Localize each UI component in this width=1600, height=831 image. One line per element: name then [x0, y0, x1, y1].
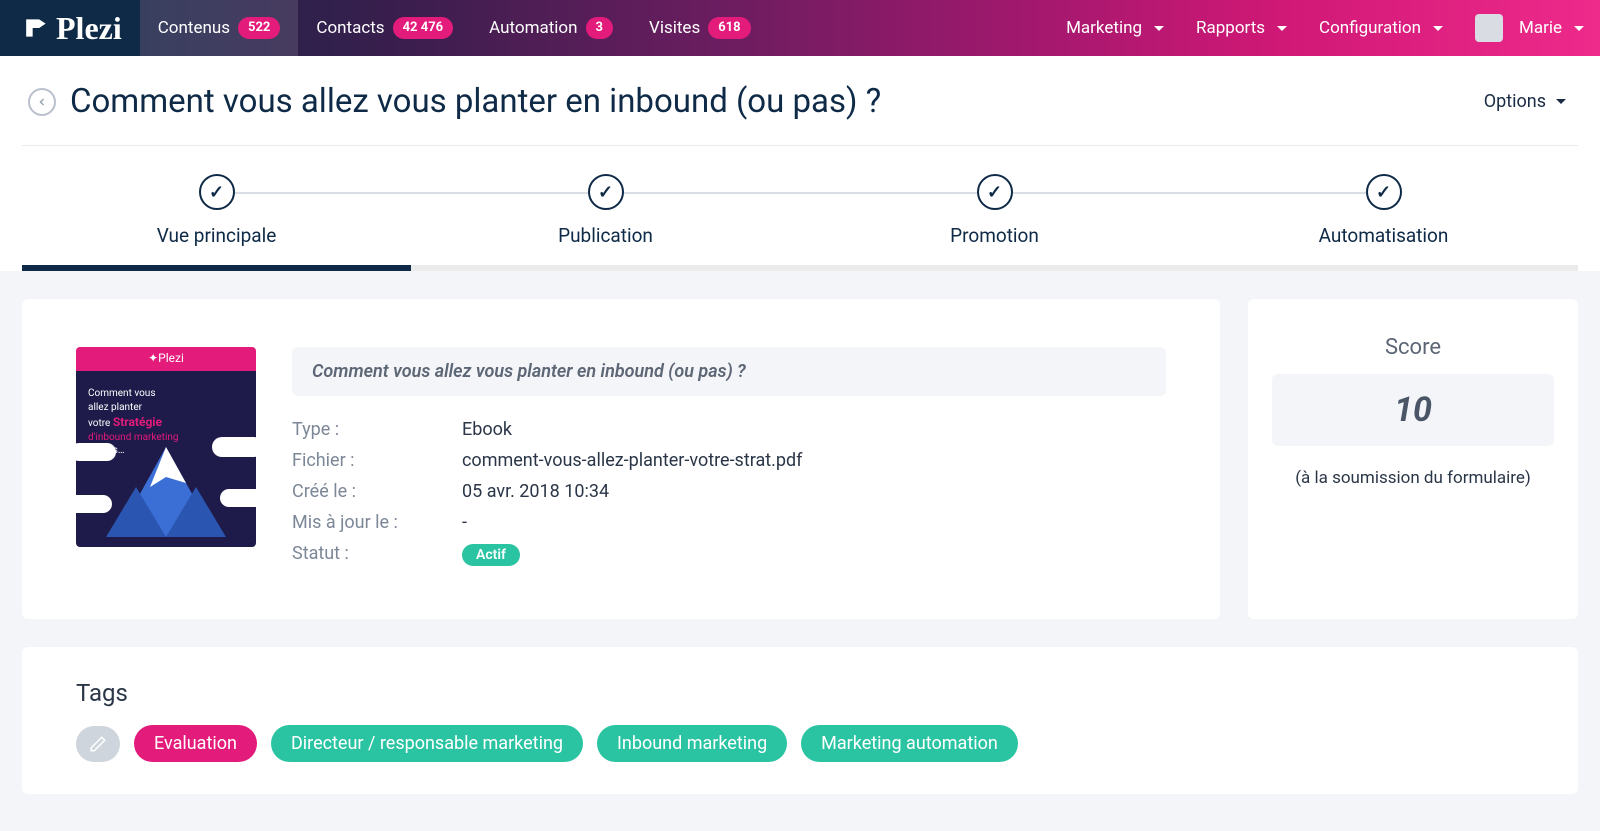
tags-row: Evaluation Directeur / responsable marke…	[76, 725, 1524, 762]
meta-status: Statut : Actif	[292, 538, 1166, 571]
nav-contenus[interactable]: Contenus 522	[140, 0, 299, 56]
edit-tags-button[interactable]	[76, 726, 120, 762]
meta-value: -	[462, 512, 467, 533]
check-icon: ✓	[1366, 174, 1402, 210]
meta-value: comment-vous-allez-planter-votre-strat.p…	[462, 450, 802, 471]
tag-automation[interactable]: Marketing automation	[801, 725, 1018, 762]
content-title-input[interactable]: Comment vous allez vous planter en inbou…	[292, 347, 1166, 396]
step-label: Promotion	[950, 224, 1039, 247]
meta-type: Type : Ebook	[292, 414, 1166, 445]
user-name: Marie	[1519, 18, 1562, 38]
meta-file: Fichier : comment-vous-allez-planter-vot…	[292, 445, 1166, 476]
nav-label: Configuration	[1319, 18, 1421, 38]
chevron-down-icon	[1556, 99, 1566, 104]
step-vue-principale[interactable]: ✓ Vue principale	[22, 174, 411, 247]
meta-updated: Mis à jour le : -	[292, 507, 1166, 538]
check-icon: ✓	[977, 174, 1013, 210]
chevron-down-icon	[1277, 26, 1287, 31]
nav-configuration[interactable]: Configuration	[1303, 0, 1459, 56]
nav-badge: 522	[238, 17, 280, 39]
details: Comment vous allez vous planter en inbou…	[292, 347, 1166, 571]
nav-label: Marketing	[1066, 18, 1142, 38]
nav-label: Visites	[649, 18, 700, 38]
nav-label: Automation	[489, 18, 577, 38]
step-label: Automatisation	[1319, 224, 1449, 247]
page-title: Comment vous allez vous planter en inbou…	[70, 82, 881, 121]
step-label: Publication	[558, 224, 653, 247]
tag-inbound[interactable]: Inbound marketing	[597, 725, 787, 762]
nav-badge: 42 476	[393, 17, 454, 39]
meta-label: Créé le :	[292, 481, 462, 502]
avatar	[1475, 14, 1503, 42]
brand-text: Plezi	[56, 10, 122, 47]
step-promotion[interactable]: ✓ Promotion	[800, 174, 1189, 247]
nav-contacts[interactable]: Contacts 42 476	[298, 0, 471, 56]
nav-marketing[interactable]: Marketing	[1050, 0, 1180, 56]
tags-card: Tags Evaluation Directeur / responsable …	[22, 647, 1578, 794]
nav-rapports[interactable]: Rapports	[1180, 0, 1303, 56]
options-label: Options	[1484, 91, 1546, 112]
meta-label: Statut :	[292, 543, 462, 566]
page-header: Comment vous allez vous planter en inbou…	[0, 56, 1600, 131]
nav-user[interactable]: Marie	[1459, 0, 1600, 56]
step-automatisation[interactable]: ✓ Automatisation	[1189, 174, 1578, 247]
nav-label: Contenus	[158, 18, 230, 38]
details-card: ✦ Plezi Comment vous allez planter votre…	[22, 299, 1220, 619]
check-icon: ✓	[588, 174, 624, 210]
steps: ✓ Vue principale ✓ Publication ✓ Promoti…	[22, 146, 1578, 265]
check-icon: ✓	[199, 174, 235, 210]
step-label: Vue principale	[157, 224, 277, 247]
status-badge: Actif	[462, 544, 520, 566]
meta-value: 05 avr. 2018 10:34	[462, 481, 609, 502]
nav-label: Contacts	[316, 18, 384, 38]
back-button[interactable]	[28, 88, 56, 116]
brand[interactable]: Plezi	[0, 0, 140, 56]
score-card: Score 10 (à la soumission du formulaire)	[1248, 299, 1578, 619]
edit-icon	[89, 735, 107, 753]
progress-fill	[22, 265, 411, 271]
tag-evaluation[interactable]: Evaluation	[134, 725, 257, 762]
content-thumbnail: ✦ Plezi Comment vous allez planter votre…	[76, 347, 256, 547]
meta-label: Mis à jour le :	[292, 512, 462, 533]
nav-badge: 618	[708, 17, 750, 39]
nav-badge: 3	[586, 17, 613, 39]
meta-value: Ebook	[462, 419, 512, 440]
nav-label: Rapports	[1196, 18, 1265, 38]
nav-right: Marketing Rapports Configuration Marie	[1050, 0, 1600, 56]
tag-directeur[interactable]: Directeur / responsable marketing	[271, 725, 583, 762]
nav-visites[interactable]: Visites 618	[631, 0, 769, 56]
chevron-down-icon	[1433, 26, 1443, 31]
chevron-left-icon	[36, 96, 48, 108]
brand-icon	[24, 14, 50, 42]
mountain-icon	[106, 447, 226, 537]
score-hint: (à la soumission du formulaire)	[1272, 468, 1554, 488]
chevron-down-icon	[1574, 26, 1584, 31]
content-area: ✦ Plezi Comment vous allez planter votre…	[0, 271, 1600, 831]
top-nav: Plezi Contenus 522 Contacts 42 476 Autom…	[0, 0, 1600, 56]
step-publication[interactable]: ✓ Publication	[411, 174, 800, 247]
chevron-down-icon	[1154, 26, 1164, 31]
meta-created: Créé le : 05 avr. 2018 10:34	[292, 476, 1166, 507]
score-value: 10	[1272, 374, 1554, 446]
score-label: Score	[1272, 335, 1554, 360]
tags-title: Tags	[76, 679, 1524, 707]
nav-automation[interactable]: Automation 3	[471, 0, 631, 56]
options-button[interactable]: Options	[1484, 91, 1572, 112]
thumb-brand-icon: ✦ Plezi	[76, 351, 256, 366]
meta-label: Fichier :	[292, 450, 462, 471]
meta-label: Type :	[292, 419, 462, 440]
